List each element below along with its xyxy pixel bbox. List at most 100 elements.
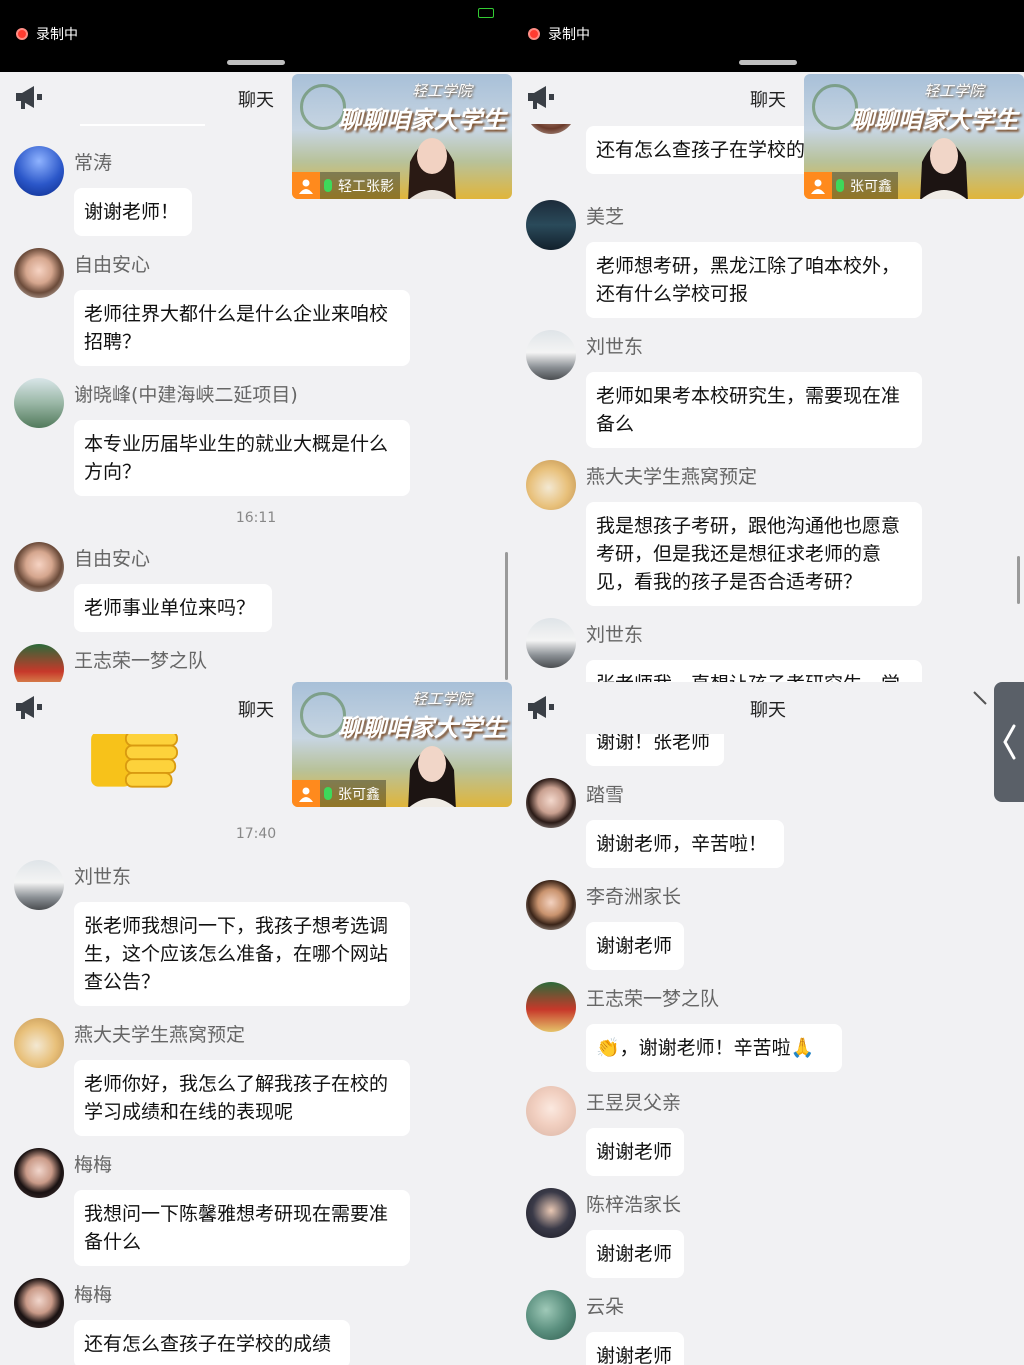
avatar[interactable] <box>14 644 64 682</box>
user-icon <box>804 172 832 199</box>
avatar[interactable] <box>526 1290 576 1340</box>
avatar[interactable] <box>526 1188 576 1238</box>
message-bubble[interactable]: 张老师我一直想让孩子考研究生，觉 <box>586 660 922 682</box>
message-bubble[interactable]: 我是想孩子考研，跟他沟通他也愿意考研，但是我还是想征求老师的意见，看我的孩子是否… <box>586 502 922 606</box>
message-bubble[interactable]: 老师往界大都什么是什么企业来咱校招聘？ <box>74 290 410 366</box>
chat-panel-bottom-left: 聊天 轻工学院 聊聊咱家大学生 张可鑫 17:40 刘世东 张老师我想问一下，我… <box>0 682 512 1365</box>
message-bubble[interactable]: 谢谢老师，辛苦啦！ <box>586 820 784 868</box>
video-title-line1: 轻工学院 <box>411 690 472 708</box>
speaker-figure <box>920 138 968 199</box>
thumbs-up-icon <box>91 730 178 788</box>
sender-name: 燕大夫学生燕窝预定 <box>74 1024 246 1046</box>
microphone-icon <box>836 179 844 192</box>
video-title-line1: 轻工学院 <box>411 82 472 100</box>
scrollbar[interactable] <box>505 552 508 680</box>
scrollbar[interactable] <box>1017 556 1020 604</box>
message-bubble[interactable]: 👏，谢谢老师！辛苦啦🙏 <box>586 1024 842 1072</box>
message-bubble[interactable]: 谢谢老师 <box>586 1332 684 1365</box>
speaker-figure <box>408 138 456 199</box>
close-icon[interactable] <box>972 690 988 714</box>
recording-label: 录制中 <box>36 27 78 43</box>
avatar[interactable] <box>14 1018 64 1068</box>
timestamp: 17:40 <box>235 826 277 842</box>
avatar[interactable] <box>526 880 576 930</box>
user-icon <box>292 780 320 807</box>
speaker-name: 张可鑫 <box>850 178 892 195</box>
message-bubble[interactable]: 老师如果考本校研究生，需要现在准备么 <box>586 372 922 448</box>
chevron-left-icon <box>1003 724 1016 760</box>
message-bubble[interactable]: 谢谢老师 <box>586 1230 684 1278</box>
message-bubble[interactable]: 老师事业单位来吗？ <box>74 584 272 632</box>
avatar[interactable] <box>526 460 576 510</box>
avatar[interactable] <box>14 1148 64 1198</box>
divider <box>80 124 205 126</box>
status-bar: 录制中 <box>0 0 512 72</box>
side-panel-toggle[interactable] <box>994 682 1024 802</box>
sender-name: 刘世东 <box>74 866 132 888</box>
record-dot-icon <box>16 28 28 40</box>
video-thumbnail[interactable]: 轻工学院 聊聊咱家大学生 张可鑫 <box>804 74 1024 199</box>
chat-panel-bottom-right: 聊天 谢谢！张老师 踏雪 谢谢老师，辛苦啦！ 李奇洲家长 谢谢老师 王志荣一梦之… <box>512 682 1024 1365</box>
sender-name: 自由安心 <box>74 254 151 276</box>
sender-name: 自由安心 <box>74 548 151 570</box>
video-thumbnail[interactable]: 轻工学院 聊聊咱家大学生 轻工张影 <box>292 74 512 199</box>
sender-name: 陈梓浩家长 <box>586 1194 682 1216</box>
sender-name: 刘世东 <box>586 336 644 358</box>
avatar[interactable] <box>14 378 64 428</box>
sender-name: 云朵 <box>586 1296 625 1318</box>
sender-name: 踏雪 <box>586 784 625 806</box>
recording-label: 录制中 <box>548 27 590 43</box>
message-bubble[interactable]: 还有怎么查孩子在学校的 <box>586 126 826 174</box>
avatar[interactable] <box>526 982 576 1032</box>
sender-name: 刘世东 <box>586 624 644 646</box>
message-list[interactable]: 还有怎么查孩子在学校的 美芝 老师想考研，黑龙江除了咱本校外，还有什么学校可报 … <box>512 84 1024 682</box>
microphone-icon <box>324 787 332 800</box>
message-bubble[interactable]: 谢谢老师 <box>586 922 684 970</box>
sender-name: 梅梅 <box>74 1154 113 1176</box>
sender-name: 王昱炅父亲 <box>586 1092 682 1114</box>
chat-title: 聊天 <box>750 700 786 721</box>
battery-icon <box>478 8 494 18</box>
avatar[interactable] <box>526 200 576 250</box>
video-thumbnail[interactable]: 轻工学院 聊聊咱家大学生 张可鑫 <box>292 682 512 807</box>
sender-name: 美芝 <box>586 206 625 228</box>
message-list[interactable]: 谢谢！张老师 踏雪 谢谢老师，辛苦啦！ 李奇洲家长 谢谢老师 王志荣一梦之队 👏… <box>512 718 1024 1365</box>
avatar[interactable] <box>526 1086 576 1136</box>
avatar[interactable] <box>14 860 64 910</box>
speaker-figure <box>408 746 456 807</box>
speaker-label: 轻工张影 <box>292 172 400 199</box>
drag-handle[interactable] <box>739 60 797 65</box>
avatar[interactable] <box>14 248 64 298</box>
message-bubble[interactable]: 还有怎么查孩子在学校的成绩 <box>74 1320 350 1365</box>
speaker-label: 张可鑫 <box>804 172 898 199</box>
sender-name: 谢晓峰(中建海峡二延项目) <box>74 384 298 406</box>
user-icon <box>292 172 320 199</box>
message-bubble[interactable]: 张老师我想问一下，我孩子想考选调生，这个应该怎么准备，在哪个网站查公告？ <box>74 902 410 1006</box>
avatar[interactable] <box>14 146 64 196</box>
message-bubble[interactable]: 本专业历届毕业生的就业大概是什么方向？ <box>74 420 410 496</box>
message-bubble[interactable]: 谢谢老师！ <box>74 188 192 236</box>
speaker-label: 张可鑫 <box>292 780 386 807</box>
message-bubble[interactable]: 谢谢老师 <box>586 1128 684 1176</box>
avatar[interactable] <box>14 542 64 592</box>
avatar[interactable] <box>526 778 576 828</box>
drag-handle[interactable] <box>227 60 285 65</box>
status-bar: 录制中 <box>512 0 1024 72</box>
message-bubble[interactable]: 老师想考研，黑龙江除了咱本校外，还有什么学校可报 <box>586 242 922 318</box>
avatar[interactable] <box>526 618 576 668</box>
sender-name: 梅梅 <box>74 1284 113 1306</box>
sender-name: 常涛 <box>74 152 113 174</box>
message-list[interactable]: 17:40 刘世东 张老师我想问一下，我孩子想考选调生，这个应该怎么准备，在哪个… <box>0 726 512 1365</box>
message-bubble[interactable]: 我想问一下陈馨雅想考研现在需要准备什么 <box>74 1190 410 1266</box>
sender-name: 李奇洲家长 <box>586 886 682 908</box>
chat-panel-top-right: 录制中 聊天 轻工学院 聊聊咱家大学生 张可鑫 还有怎么查孩子在学校的 美芝 老… <box>512 0 1024 682</box>
record-dot-icon <box>528 28 540 40</box>
avatar[interactable] <box>14 1278 64 1328</box>
avatar[interactable] <box>526 330 576 380</box>
message-bubble[interactable]: 老师你好，我怎么了解我孩子在校的学习成绩和在线的表现呢 <box>74 1060 410 1136</box>
sender-name: 王志荣一梦之队 <box>74 650 208 672</box>
message-list[interactable]: 常涛 谢谢老师！ 自由安心 老师往界大都什么是什么企业来咱校招聘？ 谢晓峰(中建… <box>0 124 512 682</box>
chat-header: 聊天 <box>512 682 1024 734</box>
recording-indicator: 录制中 <box>16 24 78 44</box>
video-title-line1: 轻工学院 <box>923 82 984 100</box>
